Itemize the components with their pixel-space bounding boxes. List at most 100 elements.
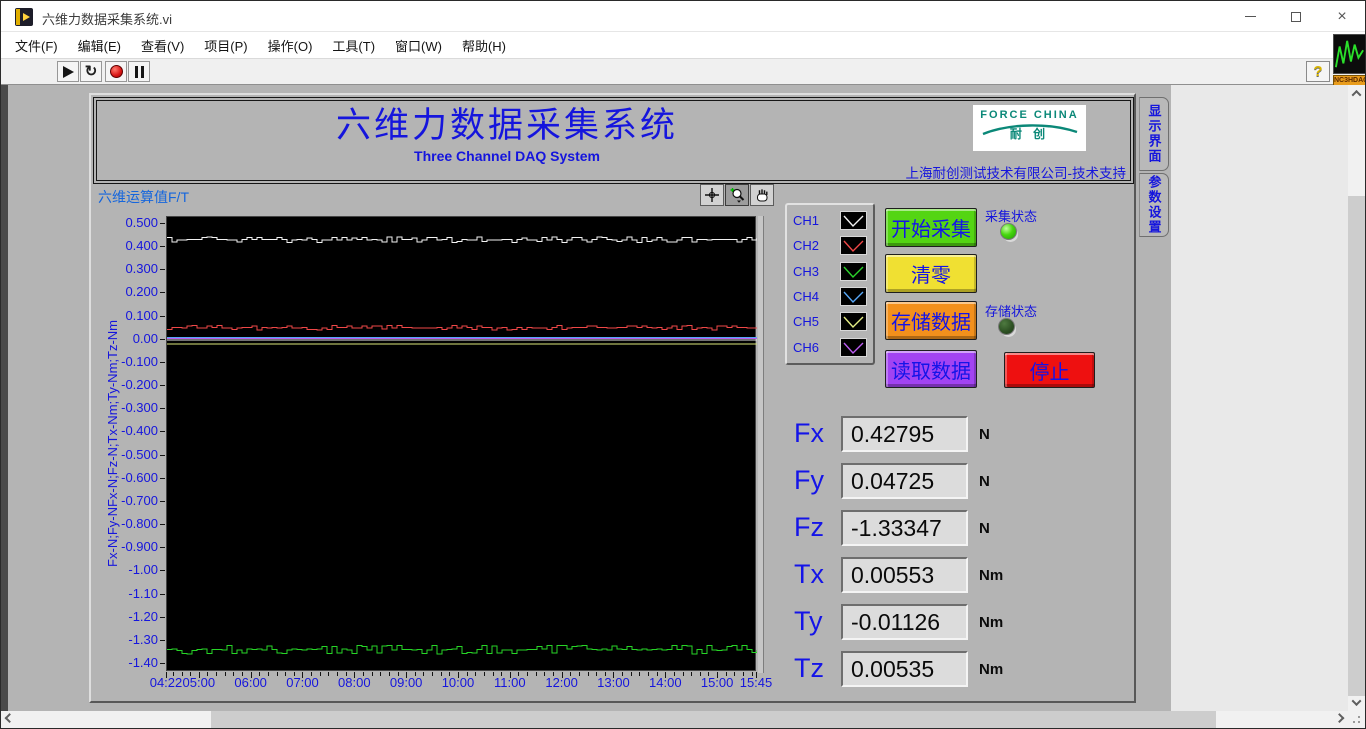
tab-display-label: 显示界面 (1146, 104, 1162, 164)
tab-params-label: 参数设置 (1146, 175, 1162, 235)
menu-item-5[interactable]: 操作(O) (258, 36, 323, 55)
y-tick-mark (160, 477, 165, 479)
zero-clear-button[interactable]: 清零 (885, 254, 977, 293)
zoom-tool-button[interactable] (725, 184, 749, 206)
abort-icon (109, 65, 123, 78)
force-china-logo: FORCE CHINA 耐 创 (973, 105, 1086, 151)
x-minor-tick (483, 672, 485, 676)
scroll-right-button[interactable] (1331, 711, 1348, 728)
stop-button[interactable]: 停止 (1004, 352, 1095, 388)
context-help-button[interactable]: ? (1306, 61, 1330, 82)
panel-left-margin (1, 85, 8, 711)
abort-button[interactable] (105, 61, 127, 82)
menu-item-8[interactable]: 帮助(H) (452, 36, 516, 55)
x-minor-tick (639, 672, 641, 676)
y-tick--1.20: -1.20 (128, 608, 158, 624)
logo-subtext: 耐 创 (1009, 127, 1050, 141)
x-tick-10:00: 10:00 (441, 675, 475, 690)
y-tick-mark (160, 663, 165, 664)
legend-plot-sample-ch5[interactable] (840, 312, 867, 332)
scroll-up-button[interactable] (1348, 85, 1365, 102)
readout-label-fz: Fz (794, 512, 824, 542)
menu-bar: 文件(F) 编辑(E) 查看(V) 项目(P) 操作(O) 工具(T) 窗口(W) 帮助(H) (1, 32, 1365, 59)
chart-series-ch3 (167, 644, 757, 655)
pause-button[interactable] (128, 61, 150, 82)
x-minor-tick (682, 672, 684, 676)
menu-item-3[interactable]: 查看(V) (131, 36, 194, 55)
y-tick-0.100: 0.100 (125, 307, 158, 323)
y-tick--0.700: -0.700 (121, 492, 158, 508)
labview-vi-icon (15, 8, 33, 26)
tab-parameter-settings[interactable]: 参数设置 (1139, 173, 1169, 237)
x-minor-tick (267, 672, 269, 676)
menu-item-1[interactable]: 文件(F) (5, 36, 68, 55)
readout-unit-tx: Nm (979, 567, 1004, 584)
readout-unit-fx: N (979, 426, 990, 443)
legend-label-ch6: CH6 (793, 339, 820, 355)
y-tick-mark (160, 361, 165, 363)
vertical-scrollbar[interactable] (1348, 85, 1365, 711)
read-data-button[interactable]: 读取数据 (885, 350, 977, 388)
save-data-button[interactable]: 存储数据 (885, 301, 977, 340)
x-minor-tick (432, 672, 434, 676)
cursor-tool-button[interactable] (700, 184, 724, 206)
scroll-down-button[interactable] (1348, 694, 1365, 711)
chevron-left-icon (4, 713, 15, 724)
chart-title: 六维运算值F/T (98, 189, 189, 205)
maximize-button[interactable] (1273, 1, 1319, 32)
legend-plot-sample-ch1[interactable] (840, 211, 867, 231)
vertical-scroll-thumb[interactable] (1348, 196, 1365, 696)
legend-plot-sample-ch4[interactable] (840, 287, 867, 307)
readout-value-fy: 0.04725 (841, 463, 968, 499)
legend-row-ch3: CH3 (793, 261, 867, 281)
minimize-button[interactable] (1227, 1, 1273, 32)
y-tick-0.200: 0.200 (125, 284, 158, 300)
acquisition-status-led (1000, 223, 1017, 240)
menu-item-7[interactable]: 窗口(W) (385, 36, 452, 55)
y-tick-mark (160, 616, 165, 618)
close-button[interactable]: × (1319, 1, 1365, 32)
storage-status-label: 存储状态 (985, 304, 1038, 319)
legend-label-ch3: CH3 (793, 263, 820, 279)
tab-display-interface[interactable]: 显示界面 (1139, 97, 1169, 171)
legend-plot-sample-ch6[interactable] (840, 337, 867, 357)
title-bar: 六维力数据采集系统.vi × (1, 1, 1365, 32)
front-panel: 六维力数据采集系统 Three Channel DAQ System FORCE… (1, 85, 1365, 711)
vi-icon-badge[interactable]: NC3HDAQ (1333, 34, 1365, 86)
y-tick-mark (160, 223, 165, 224)
legend-plot-sample-ch3[interactable] (840, 261, 867, 281)
readout-number-ty: -0.01126 (851, 608, 941, 635)
x-tick-09:00: 09:00 (389, 675, 423, 690)
x-minor-tick (371, 672, 373, 676)
run-continuous-button[interactable]: ↻ (80, 61, 102, 82)
legend-label-ch1: CH1 (793, 213, 820, 229)
pan-tool-button[interactable] (750, 184, 774, 206)
waveform-chart (166, 216, 757, 671)
y-tick-mark (160, 385, 165, 387)
menu-item-6[interactable]: 工具(T) (322, 36, 385, 55)
readout-unit-tz: Nm (979, 661, 1004, 678)
x-tick-13:00: 13:00 (597, 675, 630, 690)
menu-item-4[interactable]: 项目(P) (194, 36, 257, 55)
menu-item-2[interactable]: 编辑(E) (68, 36, 131, 55)
x-minor-tick (587, 672, 589, 676)
run-button[interactable] (57, 61, 79, 82)
y-tick--1.40: -1.40 (128, 655, 158, 670)
horizontal-scroll-thumb[interactable] (211, 711, 1216, 728)
horizontal-scrollbar[interactable] (1, 711, 1348, 728)
chart-series-ch1 (167, 236, 757, 243)
y-tick-mark (160, 269, 165, 271)
start-acquisition-button[interactable]: 开始采集 (885, 208, 977, 247)
magnifier-icon (730, 188, 745, 203)
y-tick-mark (160, 524, 165, 526)
x-minor-tick (224, 672, 226, 676)
legend-plot-sample-ch2[interactable] (840, 236, 867, 256)
logo-text: FORCE CHINA (980, 109, 1079, 121)
x-minor-tick (527, 672, 529, 676)
x-minor-tick (319, 672, 321, 676)
x-minor-tick (535, 672, 537, 676)
scroll-left-button[interactable] (1, 711, 18, 728)
resize-grip[interactable] (1348, 711, 1365, 728)
y-tick-0.400: 0.400 (125, 238, 158, 254)
x-tick-05:00: 05:00 (182, 675, 216, 690)
